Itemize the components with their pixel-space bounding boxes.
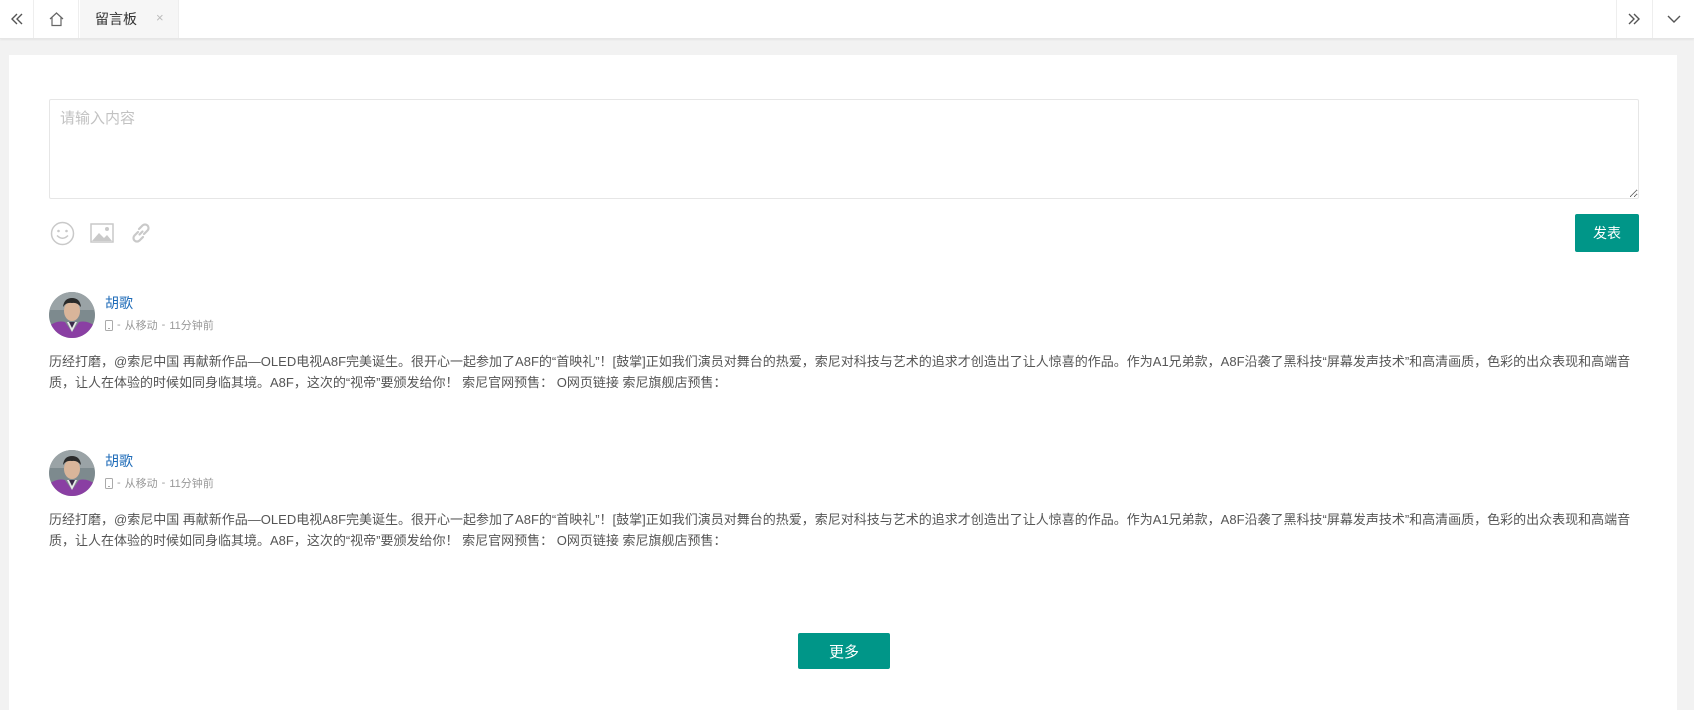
scroll-tabs-right-button[interactable] [1616, 0, 1650, 38]
link-icon [132, 223, 150, 243]
meta-separator: - [117, 319, 121, 331]
image-icon [90, 223, 114, 243]
insert-image-button[interactable] [89, 220, 115, 246]
insert-link-button[interactable] [128, 220, 154, 246]
meta-separator: - [117, 477, 121, 489]
double-chevron-left-icon [10, 13, 22, 25]
meta-separator: - [161, 477, 166, 489]
tab-message-board[interactable]: 留言板 × [80, 0, 179, 38]
load-more-button[interactable]: 更多 [798, 633, 890, 669]
comment-username[interactable]: 胡歌 [105, 293, 133, 313]
chevron-down-icon [1667, 15, 1680, 23]
home-icon [49, 12, 64, 27]
tab-label: 留言板 [95, 11, 137, 27]
comment-content: 历经打磨，@索尼中国 再献新作品—OLED电视A8F完美诞生。很开心一起参加了A… [49, 512, 1631, 548]
smiley-icon [50, 221, 74, 245]
avatar[interactable] [49, 292, 95, 338]
mobile-icon [105, 319, 113, 331]
tab-bar: 留言板 × [0, 0, 1694, 39]
submit-button[interactable]: 发表 [1575, 214, 1639, 252]
home-tab-button[interactable] [35, 0, 79, 38]
comment-meta: - 从移动 - 11分钟前 [105, 475, 214, 491]
double-chevron-right-icon [1628, 13, 1640, 25]
comment-source: 从移动 [124, 478, 158, 490]
meta-separator: - [161, 319, 166, 331]
scroll-tabs-left-button[interactable] [0, 0, 34, 38]
avatar[interactable] [49, 450, 95, 496]
emoji-button[interactable] [49, 220, 75, 246]
message-board-card: 发表 胡歌 - 从移动 - 11分钟前 历经打磨，@索尼中国 再献新作品—OLE… [9, 55, 1677, 710]
comment-meta: - 从移动 - 11分钟前 [105, 317, 214, 333]
mobile-icon [105, 477, 113, 489]
close-icon[interactable]: × [156, 11, 164, 25]
comment-source: 从移动 [124, 320, 158, 332]
comment-time: 11分钟前 [169, 320, 214, 332]
message-input[interactable] [49, 99, 1639, 199]
comment-content: 历经打磨，@索尼中国 再献新作品—OLED电视A8F完美诞生。很开心一起参加了A… [49, 354, 1631, 390]
tab-menu-button[interactable] [1652, 0, 1694, 38]
comment-username[interactable]: 胡歌 [105, 451, 133, 471]
comment-time: 11分钟前 [169, 478, 214, 490]
